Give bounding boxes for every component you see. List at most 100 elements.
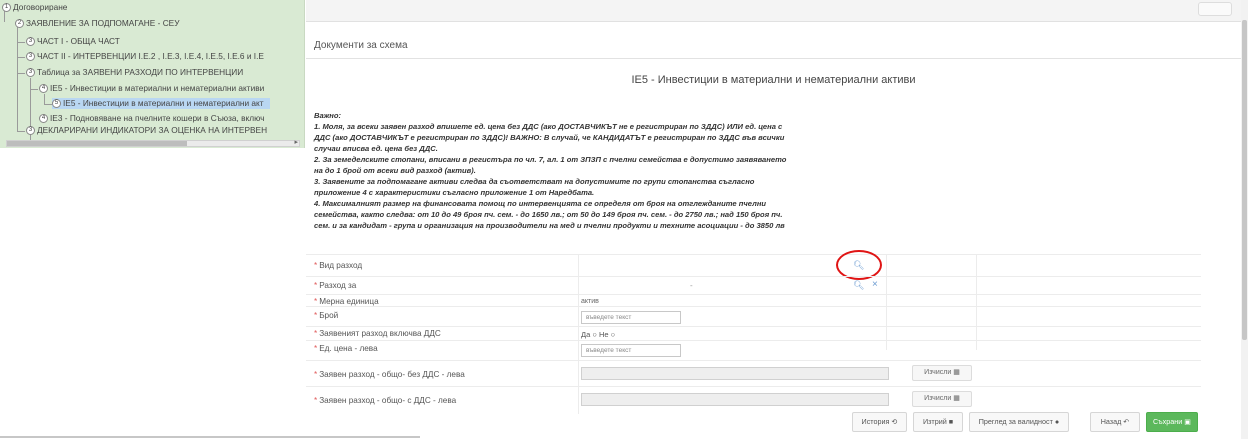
row-total-vat: * Заявен разход - общо- с ДДС - лева Изчи… [306,386,1201,412]
note-line: 3. Заявените за подпомагане активи следв… [314,177,755,186]
divider [306,58,1241,59]
scrollbar-thumb[interactable] [1242,20,1247,340]
vat-label: * Заявеният разход включва ДДС [314,329,441,338]
note-line: ДДС (ако ДОСТАВЧИКЪТ е регистриран по ЗД… [314,133,785,142]
unit-price-input[interactable]: въведете текст [581,344,681,357]
unit-price-label: * Ед. цена - лева [314,344,378,353]
tree-node-number: 5 [52,99,61,109]
tree-node-indicators[interactable]: 3 ДЕКЛАРИРАНИ ИНДИКАТОРИ ЗА ОЦЕНКА НА ИНТ… [26,125,267,136]
tree-node-part-1[interactable]: 3 ЧАСТ I - ОБЩА ЧАСТ [26,36,120,47]
tree-horizontal-scrollbar[interactable]: ▸ [6,138,300,147]
tree-node-ie5[interactable]: 4 IE5 - Инвестиции в материални и нематер… [39,83,264,94]
vat-radio-group: Да ○ Не ○ [581,330,615,339]
tree-node-label: IE5 - Инвестиции в материални и нематери… [63,98,264,108]
label-text: Брой [319,311,339,320]
validity-label: Преглед за валидност [978,417,1053,426]
scroll-right-icon[interactable]: ▸ [294,138,298,146]
vertical-scrollbar[interactable] [1241,0,1248,439]
required-mark: * [314,297,318,306]
tree-node-application[interactable]: 2 ЗАЯВЛЕНИЕ ЗА ПОДПОМАГАНЕ - СЕУ [15,18,179,29]
label-text: Заявеният разход включва ДДС [319,329,441,338]
tree-panel: 1 Договориране 2 ЗАЯВЛЕНИЕ ЗА ПОДПОМАГАНЕ … [0,0,305,439]
total-no-vat-field [581,367,889,380]
note-line: случаи вписва ед. цена без ДДС. [314,144,438,153]
tree-node-expense-table[interactable]: 3 Таблица за ЗАЯВЕНИ РАЗХОДИ ПО ИНТЕРВЕНЦ… [26,67,243,78]
top-bar-button[interactable] [1198,2,1232,16]
total-vat-field [581,393,889,406]
tree-node-label: Договориране [13,2,68,12]
vat-no-radio[interactable]: ○ [611,330,616,339]
expense-type-label: * Вид разход [314,261,362,270]
tree-node-ie3[interactable]: 4 IE3 - Подновяване на пчелните кошери в … [39,113,264,124]
tree-node-number: 4 [39,114,48,124]
tree-node-number: 3 [26,52,35,62]
delete-label: Изтрий [922,417,947,426]
tree-node-label: IE5 - Инвестиции в материални и нематери… [50,83,265,93]
tree-node-ie5-item-selected[interactable]: 5 IE5 - Инвестиции в материални и нематер… [52,98,270,109]
row-unit: * Мерна единица актив [306,294,1201,306]
tree-node-label: ЗАЯВЛЕНИЕ ЗА ПОДПОМАГАНЕ - СЕУ [26,18,180,28]
count-input[interactable]: въведете текст [581,311,681,324]
tree-node-contracting[interactable]: 1 Договориране [2,2,67,13]
calculator-icon: ▦ [953,395,960,402]
check-circle-icon: ● [1054,417,1060,426]
note-line: семейства, както следва: от 10 до 49 бро… [314,210,783,219]
required-mark: * [314,329,318,338]
tree-node-label: ЧАСТ II - ИНТЕРВЕНЦИИ I.Е.2 , I.Е.3, I.Е… [37,51,264,61]
calculate-label: Изчисли [924,395,952,402]
trash-icon: ■ [948,417,954,426]
row-expense-for: * Разход за - 🔍︎ × [306,276,1201,294]
delete-button[interactable]: Изтрий ■ [913,412,963,432]
history-button[interactable]: История ⟲ [852,412,907,432]
bottom-scroll-indicator [0,436,420,438]
calculator-icon: ▦ [953,369,960,376]
total-vat-label: * Заявен разход - общо- с ДДС - лева [314,396,456,405]
vat-yes-radio[interactable]: ○ [592,330,597,339]
unit-label: * Мерна единица [314,297,379,306]
count-label: * Брой [314,311,338,320]
note-line: 4. Максималният размер на финансовата по… [314,199,767,208]
note-line: приложение 4 с характеристики съгласно п… [314,188,595,197]
undo-icon: ↶ [1123,417,1130,426]
back-button[interactable]: Назад ↶ [1090,412,1140,432]
tree-node-part-2[interactable]: 3 ЧАСТ II - ИНТЕРВЕНЦИИ I.Е.2 , I.Е.3, I.… [26,51,264,62]
row-vat: * Заявеният разход включва ДДС Да ○ Не ○ [306,326,1201,340]
row-count: * Брой въведете текст [306,306,1201,326]
row-expense-type: * Вид разход 🔍︎ [306,254,1201,276]
calculate-label: Изчисли [924,369,952,376]
clear-icon[interactable]: × [872,279,878,290]
tree-node-number: 3 [26,37,35,47]
calculate-button[interactable]: Изчисли ▦ [912,365,972,381]
empty-value: - [690,281,693,290]
document-tree: 1 Договориране 2 ЗАЯВЛЕНИЕ ЗА ПОДПОМАГАНЕ … [0,0,305,148]
vat-no-label: Не [598,330,609,339]
note-line: 2. За земеделските стопани, вписани в ре… [314,155,787,164]
scrollbar-thumb[interactable] [7,141,187,146]
save-icon: ▣ [1184,417,1192,426]
save-button[interactable]: Съхрани ▣ [1146,412,1198,432]
row-unit-price: * Ед. цена - лева въведете текст [306,340,1201,360]
tree-node-label: IE3 - Подновяване на пчелните кошери в С… [50,113,265,123]
calculate-button[interactable]: Изчисли ▦ [912,391,972,407]
section-title: Документи за схема [314,40,408,51]
vat-yes-label: Да [581,330,591,339]
label-text: Разход за [319,281,357,290]
history-label: История [861,417,890,426]
validity-check-button[interactable]: Преглед за валидност ● [969,412,1069,432]
required-mark: * [314,370,318,379]
required-mark: * [314,281,318,290]
label-text: Вид разход [319,261,363,270]
tree-node-number: 1 [2,3,11,13]
history-icon: ⟲ [891,417,898,426]
total-no-vat-label: * Заявен разход - общо- без ДДС - лева [314,370,465,379]
top-bar [306,0,1248,22]
tree-node-number: 2 [15,19,24,29]
schema-title: IE5 - Инвестиции в материални и нематери… [631,74,916,86]
expense-for-label: * Разход за [314,281,356,290]
label-text: Заявен разход - общо- с ДДС - лева [319,396,457,405]
required-mark: * [314,311,318,320]
note-line: на до 1 брой от всеки вид разход (актив)… [314,166,476,175]
tree-node-label: Таблица за ЗАЯВЕНИ РАЗХОДИ ПО ИНТЕРВЕНЦИ… [37,67,244,77]
search-icon[interactable]: 🔍︎ [853,280,864,291]
required-mark: * [314,396,318,405]
